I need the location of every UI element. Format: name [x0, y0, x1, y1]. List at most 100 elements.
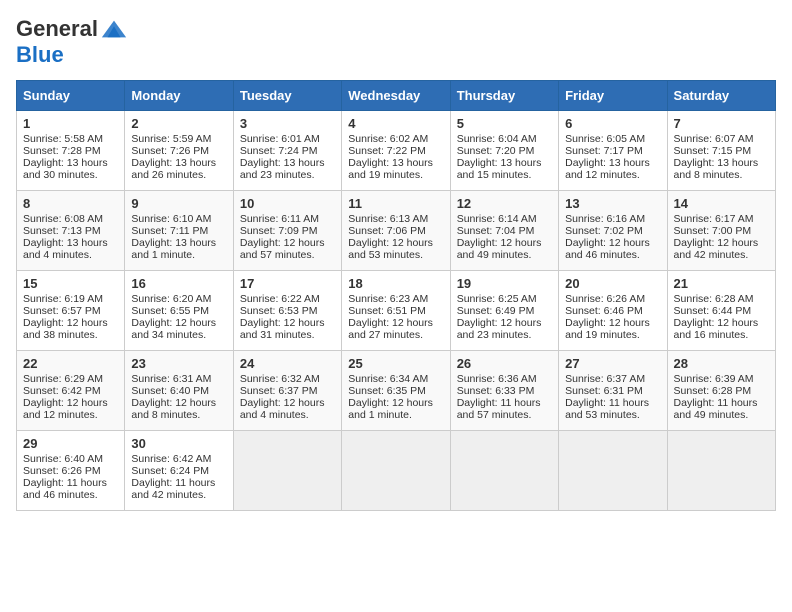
sunrise: Sunrise: 6:20 AM [131, 293, 211, 305]
day-number: 11 [348, 196, 443, 211]
daylight: Daylight: 12 hours and 16 minutes. [674, 317, 759, 341]
daylight: Daylight: 11 hours and 46 minutes. [23, 477, 107, 501]
daylight: Daylight: 11 hours and 49 minutes. [674, 397, 758, 421]
daylight: Daylight: 11 hours and 42 minutes. [131, 477, 215, 501]
daylight: Daylight: 11 hours and 53 minutes. [565, 397, 649, 421]
calendar-cell [233, 431, 341, 511]
calendar-cell: 29 Sunrise: 6:40 AMSunset: 6:26 PMDayligh… [17, 431, 125, 511]
day-number: 7 [674, 116, 769, 131]
day-number: 21 [674, 276, 769, 291]
calendar-week-5: 29Sunrise: 6:40 AMSunset: 6:26 PMDayligh… [17, 431, 776, 511]
sunrise: Sunrise: 5:59 AM [131, 133, 211, 145]
sunset: Sunset: 7:06 PM [348, 225, 426, 237]
sunrise: Sunrise: 6:04 AM [457, 133, 537, 145]
daylight: Daylight: 12 hours and 4 minutes. [240, 397, 325, 421]
day-number: 29 [23, 436, 118, 451]
calendar-week-3: 15Sunrise: 6:19 AMSunset: 6:57 PMDayligh… [17, 271, 776, 351]
logo-icon [100, 18, 128, 40]
sunset: Sunset: 7:11 PM [131, 225, 208, 237]
daylight: Daylight: 13 hours and 15 minutes. [457, 157, 542, 181]
calendar-cell: 7Sunrise: 6:07 AMSunset: 7:15 PMDaylight… [667, 111, 775, 191]
sunrise: Sunrise: 6:39 AM [674, 373, 754, 385]
calendar-cell [559, 431, 667, 511]
sunrise: Sunrise: 6:22 AM [240, 293, 320, 305]
calendar-cell: 28Sunrise: 6:39 AMSunset: 6:28 PMDayligh… [667, 351, 775, 431]
daylight: Daylight: 12 hours and 46 minutes. [565, 237, 650, 261]
logo-general: General [16, 16, 98, 42]
sunrise: Sunrise: 6:23 AM [348, 293, 428, 305]
daylight: Daylight: 12 hours and 19 minutes. [565, 317, 650, 341]
sunrise: Sunrise: 6:40 AM [23, 453, 103, 465]
sunset: Sunset: 7:24 PM [240, 145, 318, 157]
daylight: Daylight: 12 hours and 53 minutes. [348, 237, 433, 261]
calendar-cell [667, 431, 775, 511]
sunrise: Sunrise: 5:58 AM [23, 133, 103, 145]
sunset: Sunset: 6:35 PM [348, 385, 426, 397]
day-number: 16 [131, 276, 226, 291]
day-number: 22 [23, 356, 118, 371]
calendar-cell: 25Sunrise: 6:34 AMSunset: 6:35 PMDayligh… [342, 351, 450, 431]
daylight: Daylight: 12 hours and 31 minutes. [240, 317, 325, 341]
sunset: Sunset: 7:00 PM [674, 225, 752, 237]
daylight: Daylight: 12 hours and 42 minutes. [674, 237, 759, 261]
daylight: Daylight: 11 hours and 57 minutes. [457, 397, 541, 421]
calendar-table: SundayMondayTuesdayWednesdayThursdayFrid… [16, 80, 776, 511]
day-number: 14 [674, 196, 769, 211]
page-header: General Blue [16, 16, 776, 68]
calendar-cell: 12Sunrise: 6:14 AMSunset: 7:04 PMDayligh… [450, 191, 558, 271]
day-number: 17 [240, 276, 335, 291]
calendar-cell: 27Sunrise: 6:37 AMSunset: 6:31 PMDayligh… [559, 351, 667, 431]
calendar-cell: 22Sunrise: 6:29 AMSunset: 6:42 PMDayligh… [17, 351, 125, 431]
sunset: Sunset: 6:55 PM [131, 305, 209, 317]
sunset: Sunset: 7:28 PM [23, 145, 101, 157]
sunset: Sunset: 7:13 PM [23, 225, 101, 237]
day-number: 1 [23, 116, 118, 131]
sunset: Sunset: 6:26 PM [23, 465, 101, 477]
sunset: Sunset: 6:53 PM [240, 305, 318, 317]
daylight: Daylight: 12 hours and 12 minutes. [23, 397, 108, 421]
calendar-cell [342, 431, 450, 511]
day-number: 25 [348, 356, 443, 371]
sunrise: Sunrise: 6:42 AM [131, 453, 211, 465]
daylight: Daylight: 12 hours and 57 minutes. [240, 237, 325, 261]
sunrise: Sunrise: 6:10 AM [131, 213, 211, 225]
calendar-cell [450, 431, 558, 511]
day-header-wednesday: Wednesday [342, 81, 450, 111]
logo: General Blue [16, 16, 128, 68]
sunrise: Sunrise: 6:28 AM [674, 293, 754, 305]
calendar-cell: 1 Sunrise: 5:58 AMSunset: 7:28 PMDaylight… [17, 111, 125, 191]
day-header-monday: Monday [125, 81, 233, 111]
daylight: Daylight: 13 hours and 1 minute. [131, 237, 216, 261]
day-number: 4 [348, 116, 443, 131]
calendar-cell: 20Sunrise: 6:26 AMSunset: 6:46 PMDayligh… [559, 271, 667, 351]
sunrise: Sunrise: 6:11 AM [240, 213, 319, 225]
day-number: 13 [565, 196, 660, 211]
day-header-saturday: Saturday [667, 81, 775, 111]
sunrise: Sunrise: 6:17 AM [674, 213, 754, 225]
calendar-cell: 18Sunrise: 6:23 AMSunset: 6:51 PMDayligh… [342, 271, 450, 351]
calendar-cell: 6Sunrise: 6:05 AMSunset: 7:17 PMDaylight… [559, 111, 667, 191]
sunset: Sunset: 7:04 PM [457, 225, 535, 237]
day-number: 5 [457, 116, 552, 131]
sunset: Sunset: 6:33 PM [457, 385, 535, 397]
calendar-cell: 26Sunrise: 6:36 AMSunset: 6:33 PMDayligh… [450, 351, 558, 431]
day-number: 19 [457, 276, 552, 291]
sunset: Sunset: 6:44 PM [674, 305, 752, 317]
calendar-cell: 14 Sunrise: 6:17 AMSunset: 7:00 PMDayligh… [667, 191, 775, 271]
sunset: Sunset: 6:46 PM [565, 305, 643, 317]
sunset: Sunset: 6:24 PM [131, 465, 209, 477]
day-number: 30 [131, 436, 226, 451]
sunset: Sunset: 6:51 PM [348, 305, 426, 317]
sunset: Sunset: 6:49 PM [457, 305, 535, 317]
sunset: Sunset: 7:26 PM [131, 145, 209, 157]
sunset: Sunset: 7:09 PM [240, 225, 318, 237]
daylight: Daylight: 13 hours and 23 minutes. [240, 157, 325, 181]
daylight: Daylight: 13 hours and 30 minutes. [23, 157, 108, 181]
daylight: Daylight: 12 hours and 8 minutes. [131, 397, 216, 421]
sunset: Sunset: 7:22 PM [348, 145, 426, 157]
calendar-cell: 11 Sunrise: 6:13 AMSunset: 7:06 PMDayligh… [342, 191, 450, 271]
sunset: Sunset: 6:40 PM [131, 385, 209, 397]
daylight: Daylight: 12 hours and 38 minutes. [23, 317, 108, 341]
day-number: 12 [457, 196, 552, 211]
sunrise: Sunrise: 6:13 AM [348, 213, 428, 225]
